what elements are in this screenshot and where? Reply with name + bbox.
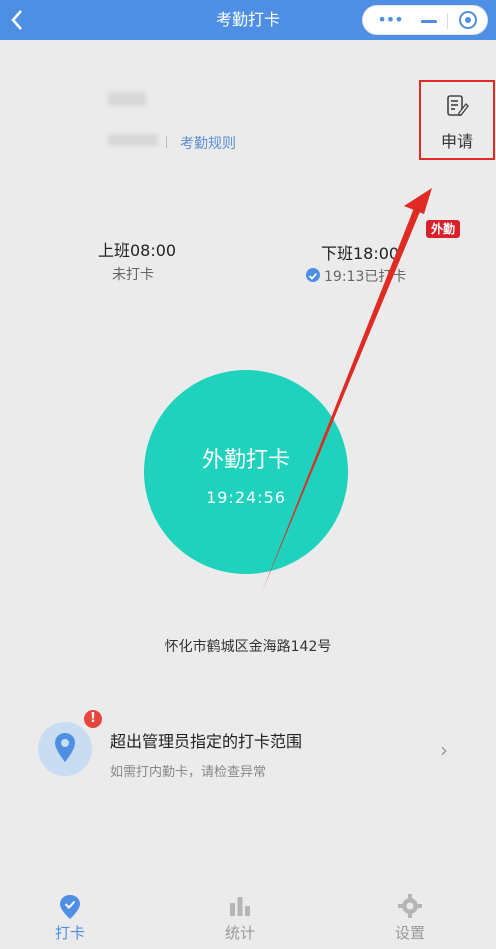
tab-checkin-label: 打卡 [54, 924, 85, 942]
tab-settings-label: 设置 [394, 924, 425, 942]
checkin-pin-icon [30, 894, 110, 920]
notice-title[interactable]: 超出管理员指定的打卡范围 [110, 728, 302, 752]
location-icon [38, 722, 92, 776]
tab-settings[interactable]: 设置 [370, 894, 450, 943]
annotation-arrow [262, 188, 432, 592]
alert-icon: ! [84, 710, 102, 728]
gear-icon [370, 894, 450, 920]
tab-statistics[interactable]: 统计 [200, 894, 280, 943]
notice-subtitle: 如需打内勤卡，请检查异常 [110, 765, 267, 780]
chevron-right-icon[interactable]: › [440, 738, 448, 762]
bar-chart-icon [200, 894, 280, 920]
tab-statistics-label: 统计 [224, 924, 255, 942]
tab-checkin[interactable]: 打卡 [30, 894, 110, 943]
